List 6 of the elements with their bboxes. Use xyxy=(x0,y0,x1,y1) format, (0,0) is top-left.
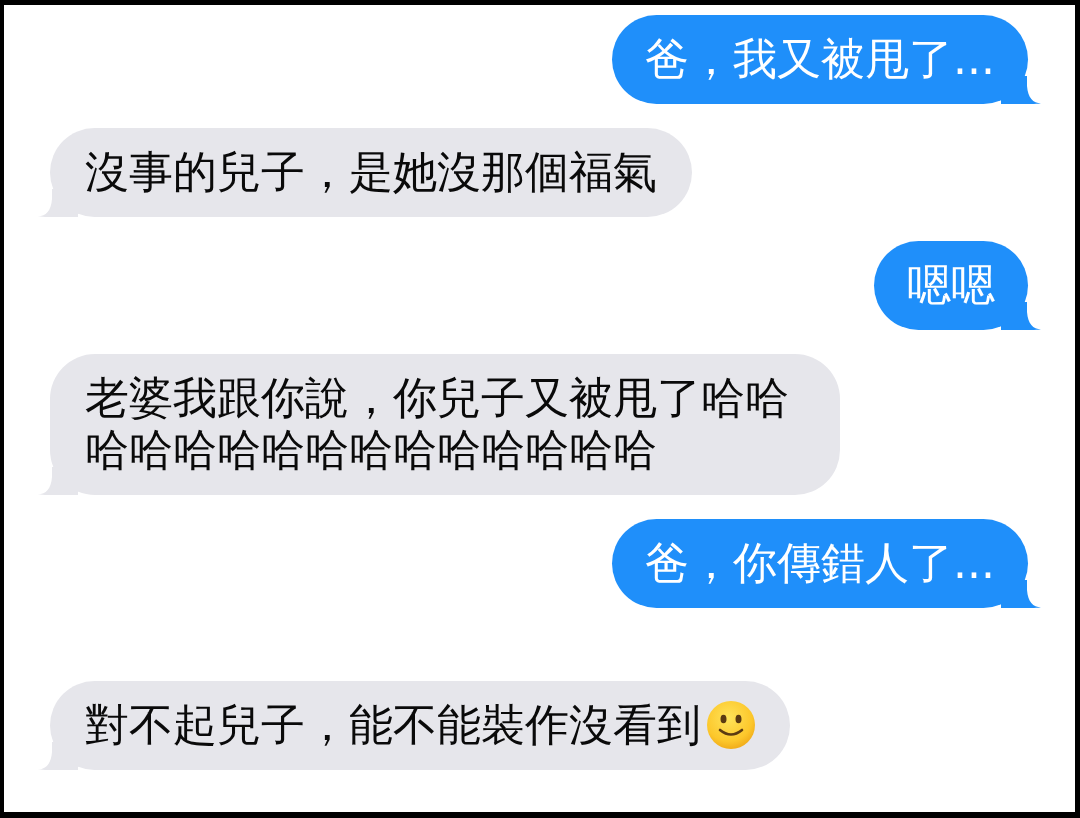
message-text: 爸，我又被甩了... xyxy=(645,33,995,85)
message-text: 對不起兒子，能不能裝作沒看到 xyxy=(85,699,701,751)
message-text: 老婆我跟你說，你兒子又被甩了哈哈哈哈哈哈哈哈哈哈哈哈哈哈哈 xyxy=(85,372,790,476)
message-text: 沒事的兒子，是她沒那個福氣 xyxy=(85,146,657,198)
message-text: 嗯嗯 xyxy=(907,259,995,311)
message-text: 爸，你傳錯人了... xyxy=(645,537,995,589)
